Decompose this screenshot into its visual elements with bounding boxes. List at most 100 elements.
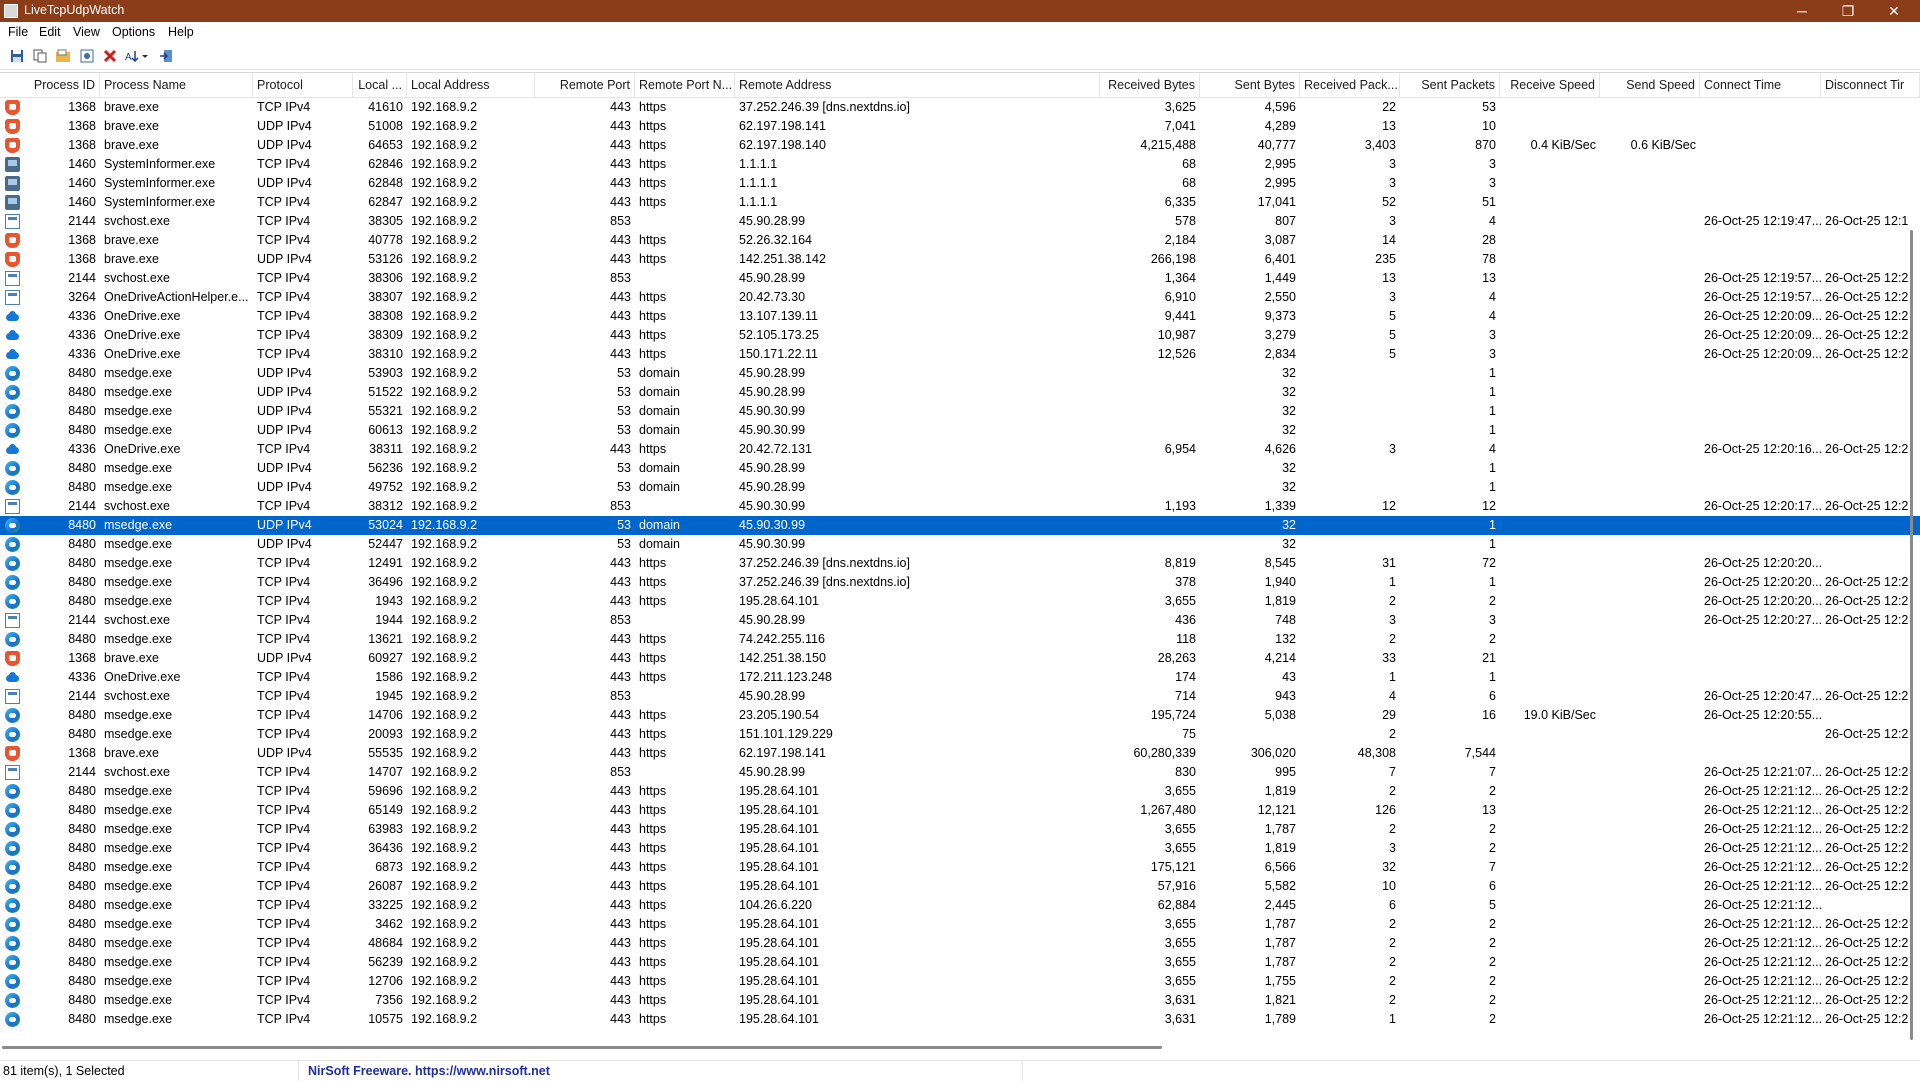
table-row[interactable]: 8480 msedge.exe TCP IPv4 56239 192.168.9.2 44…	[0, 953, 1920, 972]
cell-lport: 56239	[368, 955, 403, 969]
cell-spk: 4	[1489, 214, 1496, 228]
column-header-rport[interactable]: Remote Port	[535, 73, 635, 97]
column-header-rportn[interactable]: Remote Port N...	[635, 73, 735, 97]
cell-sbytes: 32	[1282, 480, 1296, 494]
table-row[interactable]: 2144 svchost.exe TCP IPv4 38306 192.168.9.2 8…	[0, 269, 1920, 288]
horizontal-scroll-thumb[interactable]	[2, 1046, 1162, 1049]
table-row[interactable]: 8480 msedge.exe UDP IPv4 55321 192.168.9.2 53…	[0, 402, 1920, 421]
save-icon[interactable]	[8, 47, 26, 65]
table-row[interactable]: 1368 brave.exe UDP IPv4 60927 192.168.9.2 443…	[0, 649, 1920, 668]
table-row[interactable]: 8480 msedge.exe UDP IPv4 60613 192.168.9.2 53…	[0, 421, 1920, 440]
table-row[interactable]: 8480 msedge.exe TCP IPv4 65149 192.168.9.2 44…	[0, 801, 1920, 820]
table-row[interactable]: 8480 msedge.exe TCP IPv4 12706 192.168.9.2 44…	[0, 972, 1920, 991]
column-header-pid[interactable]: Process ID	[0, 73, 100, 97]
menu-view[interactable]: View	[73, 25, 100, 39]
table-row[interactable]: 2144 svchost.exe TCP IPv4 14707 192.168.9.2 8…	[0, 763, 1920, 782]
table-row[interactable]: 8480 msedge.exe TCP IPv4 36496 192.168.9.2 44…	[0, 573, 1920, 592]
cell-spk: 4	[1489, 309, 1496, 323]
column-header-lport[interactable]: Local ...	[353, 73, 407, 97]
exit-icon[interactable]	[157, 47, 175, 65]
table-row[interactable]: 4336 OneDrive.exe TCP IPv4 38310 192.168.9.2…	[0, 345, 1920, 364]
column-header-rbytes[interactable]: Received Bytes	[1100, 73, 1200, 97]
table-row[interactable]: 1460 SystemInformer.exe TCP IPv4 62847 192.1…	[0, 193, 1920, 212]
table-row[interactable]: 8480 msedge.exe TCP IPv4 10575 192.168.9.2 44…	[0, 1010, 1920, 1029]
cell-rpk: 2	[1389, 955, 1396, 969]
table-row[interactable]: 8480 msedge.exe TCP IPv4 20093 192.168.9.2 44…	[0, 725, 1920, 744]
table-row[interactable]: 8480 msedge.exe TCP IPv4 36436 192.168.9.2 44…	[0, 839, 1920, 858]
table-row[interactable]: 2144 svchost.exe TCP IPv4 38312 192.168.9.2 8…	[0, 497, 1920, 516]
table-row[interactable]: 1368 brave.exe TCP IPv4 40778 192.168.9.2 443…	[0, 231, 1920, 250]
menu-help[interactable]: Help	[168, 25, 194, 39]
table-row[interactable]: 8480 msedge.exe UDP IPv4 56236 192.168.9.2 53…	[0, 459, 1920, 478]
table-row[interactable]: 8480 msedge.exe TCP IPv4 13621 192.168.9.2 44…	[0, 630, 1920, 649]
column-header-rpk[interactable]: Received Pack...	[1300, 73, 1400, 97]
close-button[interactable]: ✕	[1872, 0, 1916, 22]
cell-dtime	[1821, 364, 1920, 383]
table-row-selected[interactable]: 8480 msedge.exe UDP IPv4 53024 192.168.9.2 53…	[0, 516, 1920, 535]
menu-edit[interactable]: Edit	[39, 25, 61, 39]
table-row[interactable]: 1368 brave.exe UDP IPv4 53126 192.168.9.2 443…	[0, 250, 1920, 269]
copy-icon[interactable]	[31, 47, 49, 65]
table-row[interactable]: 8480 msedge.exe TCP IPv4 63983 192.168.9.2 44…	[0, 820, 1920, 839]
table-row[interactable]: 2144 svchost.exe TCP IPv4 1944 192.168.9.2 85…	[0, 611, 1920, 630]
vertical-scrollbar[interactable]	[1910, 230, 1913, 1040]
column-header-spk[interactable]: Sent Packets	[1400, 73, 1500, 97]
table-row[interactable]: 1368 brave.exe TCP IPv4 41610 192.168.9.2 443…	[0, 98, 1920, 117]
delete-icon[interactable]	[101, 47, 119, 65]
column-header-laddr[interactable]: Local Address	[407, 73, 535, 97]
table-row[interactable]: 3264 OneDriveActionHelper.e... TCP IPv4 383…	[0, 288, 1920, 307]
table-row[interactable]: 8480 msedge.exe TCP IPv4 7356 192.168.9.2 443…	[0, 991, 1920, 1010]
column-header-dtime[interactable]: Disconnect Tir	[1821, 73, 1920, 97]
table-row[interactable]: 8480 msedge.exe TCP IPv4 3462 192.168.9.2 443…	[0, 915, 1920, 934]
table-row[interactable]: 1368 brave.exe UDP IPv4 64653 192.168.9.2 443…	[0, 136, 1920, 155]
status-nirsoft-link[interactable]: NirSoft Freeware. https://www.nirsoft.ne…	[308, 1064, 550, 1078]
table-row[interactable]: 8480 msedge.exe TCP IPv4 6873 192.168.9.2 443…	[0, 858, 1920, 877]
minimize-button[interactable]: ─	[1780, 0, 1824, 22]
cell-rportn: domain	[639, 461, 680, 475]
menu-file[interactable]: File	[8, 25, 28, 39]
table-row[interactable]: 1460 SystemInformer.exe TCP IPv4 62846 192.1…	[0, 155, 1920, 174]
cell-rspeed	[1500, 801, 1600, 820]
table-row[interactable]: 2144 svchost.exe TCP IPv4 1945 192.168.9.2 85…	[0, 687, 1920, 706]
column-header-sbytes[interactable]: Sent Bytes	[1200, 73, 1300, 97]
column-header-rspeed[interactable]: Receive Speed	[1500, 73, 1600, 97]
cell-rport: 443	[610, 442, 631, 456]
column-header-raddr[interactable]: Remote Address	[735, 73, 1100, 97]
cell-rspeed	[1500, 611, 1600, 630]
connections-list[interactable]: Process ID Process Name Protocol Local ... L…	[0, 72, 1920, 1051]
table-row[interactable]: 8480 msedge.exe TCP IPv4 48684 192.168.9.2 44…	[0, 934, 1920, 953]
column-header-ctime[interactable]: Connect Time	[1700, 73, 1821, 97]
table-row[interactable]: 8480 msedge.exe UDP IPv4 52447 192.168.9.2 53…	[0, 535, 1920, 554]
table-row[interactable]: 1368 brave.exe UDP IPv4 51008 192.168.9.2 443…	[0, 117, 1920, 136]
table-row[interactable]: 2144 svchost.exe TCP IPv4 38305 192.168.9.2 8…	[0, 212, 1920, 231]
table-row[interactable]: 4336 OneDrive.exe TCP IPv4 38311 192.168.9.2…	[0, 440, 1920, 459]
table-row[interactable]: 8480 msedge.exe TCP IPv4 26087 192.168.9.2 44…	[0, 877, 1920, 896]
table-row[interactable]: 8480 msedge.exe UDP IPv4 49752 192.168.9.2 53…	[0, 478, 1920, 497]
menu-options[interactable]: Options	[112, 25, 155, 39]
table-row[interactable]: 1368 brave.exe UDP IPv4 55535 192.168.9.2 443…	[0, 744, 1920, 763]
table-row[interactable]: 4336 OneDrive.exe TCP IPv4 1586 192.168.9.2 4…	[0, 668, 1920, 687]
properties-icon[interactable]	[78, 47, 96, 65]
table-row[interactable]: 8480 msedge.exe UDP IPv4 53903 192.168.9.2 53…	[0, 364, 1920, 383]
table-row[interactable]: 8480 msedge.exe TCP IPv4 14706 192.168.9.2 44…	[0, 706, 1920, 725]
cell-sspeed	[1600, 592, 1700, 611]
table-row[interactable]: 8480 msedge.exe TCP IPv4 33225 192.168.9.2 44…	[0, 896, 1920, 915]
html-report-icon[interactable]	[54, 47, 72, 65]
restore-button[interactable]: ❐	[1826, 0, 1870, 22]
cell-rportn: https	[639, 176, 667, 190]
cell-pid: 2144	[68, 613, 96, 627]
cell-ctime	[1700, 725, 1821, 744]
table-row[interactable]: 4336 OneDrive.exe TCP IPv4 38309 192.168.9.2…	[0, 326, 1920, 345]
column-header-proto[interactable]: Protocol	[253, 73, 353, 97]
table-row[interactable]: 8480 msedge.exe TCP IPv4 1943 192.168.9.2 443…	[0, 592, 1920, 611]
cell-proto: UDP IPv4	[257, 119, 312, 133]
table-row[interactable]: 8480 msedge.exe TCP IPv4 59696 192.168.9.2 44…	[0, 782, 1920, 801]
table-row[interactable]: 1460 SystemInformer.exe UDP IPv4 62848 192.1…	[0, 174, 1920, 193]
table-row[interactable]: 4336 OneDrive.exe TCP IPv4 38308 192.168.9.2…	[0, 307, 1920, 326]
horizontal-scrollbar[interactable]	[0, 1045, 1920, 1051]
column-header-sspeed[interactable]: Send Speed	[1600, 73, 1700, 97]
column-header-name[interactable]: Process Name	[100, 73, 253, 97]
table-row[interactable]: 8480 msedge.exe TCP IPv4 12491 192.168.9.2 44…	[0, 554, 1920, 573]
table-row[interactable]: 8480 msedge.exe UDP IPv4 51522 192.168.9.2 53…	[0, 383, 1920, 402]
sort-icon[interactable]: A	[124, 47, 152, 65]
